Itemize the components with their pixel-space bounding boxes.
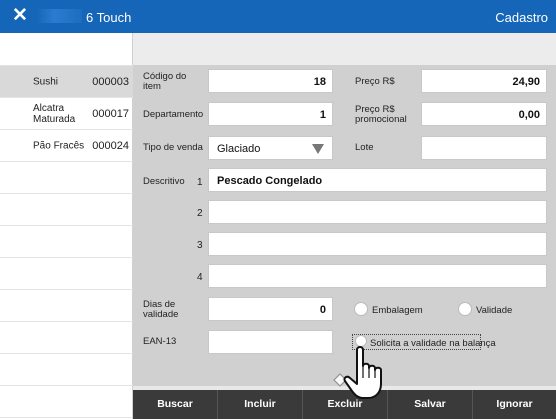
list-item[interactable] [0, 226, 133, 258]
dias-validade-label: Dias de validade [143, 299, 179, 320]
ignorar-button[interactable]: Ignorar [472, 390, 556, 419]
list-item[interactable] [0, 290, 133, 322]
tipo-venda-value: Glaciado [217, 143, 261, 155]
list-item[interactable] [0, 386, 133, 418]
list-item[interactable] [0, 322, 133, 354]
page-title: Cadastro [495, 10, 548, 25]
app-logo [36, 9, 82, 23]
descritivo-line-4[interactable] [208, 264, 547, 288]
radio-embalagem-label: Embalagem [372, 305, 423, 316]
list-item-code: 000024 [92, 139, 129, 152]
form-header-band [133, 33, 556, 65]
list-item-name: Sushi [33, 76, 59, 87]
codigo-field[interactable]: 18 [208, 69, 333, 93]
list-item-alcatra[interactable]: Alcatra Maturada 000017 [0, 98, 133, 130]
tipo-venda-label: Tipo de venda [143, 142, 203, 153]
list-item[interactable] [0, 162, 133, 194]
descritivo-line-1[interactable]: Pescado Congelado [208, 168, 547, 192]
descritivo-line-number: 3 [197, 240, 203, 251]
radio-validade[interactable] [458, 302, 472, 316]
tipo-venda-select[interactable]: Glaciado [208, 136, 333, 160]
descritivo-line-number: 1 [197, 177, 203, 188]
lote-label: Lote [355, 142, 374, 153]
list-item-pao[interactable]: Pão Fracês 000024 [0, 130, 133, 162]
title-bar: ✕ 6 Touch Cadastro [0, 0, 556, 33]
chevron-down-icon [312, 144, 324, 154]
departamento-label: Departamento [143, 109, 204, 120]
preco-promo-field[interactable]: 0,00 [421, 102, 547, 126]
list-item-code: 000017 [92, 107, 129, 120]
list-item[interactable] [0, 258, 133, 290]
list-item[interactable] [0, 354, 133, 386]
radio-embalagem[interactable] [354, 302, 368, 316]
descritivo-label: Descritivo [143, 176, 185, 187]
preco-value: 24,90 [512, 76, 540, 88]
codigo-label: Código do item [143, 71, 187, 92]
lote-field[interactable] [421, 136, 547, 160]
preco-field[interactable]: 24,90 [421, 69, 547, 93]
incluir-button[interactable]: Incluir [217, 390, 302, 419]
descritivo-line-number: 2 [197, 208, 203, 219]
list-item-name: Alcatra Maturada [33, 102, 76, 125]
dias-validade-value: 0 [319, 304, 326, 316]
descritivo-line-number: 4 [197, 272, 203, 283]
list-item-name: Pão Fracês [33, 140, 85, 151]
list-item-sushi[interactable]: Sushi 000003 [0, 66, 133, 98]
departamento-value: 1 [319, 109, 326, 121]
preco-promo-value: 0,00 [518, 109, 540, 121]
buscar-button[interactable]: Buscar [133, 390, 217, 419]
hand-pointer-icon [333, 346, 382, 399]
codigo-value: 18 [313, 76, 326, 88]
item-list: Sushi 000003 Alcatra Maturada 000017 Pão… [0, 33, 133, 419]
descritivo-line-2[interactable] [208, 200, 547, 224]
descritivo-line-3[interactable] [208, 232, 547, 256]
ean-label: EAN-13 [143, 336, 177, 347]
app-title: 6 Touch [86, 10, 132, 25]
dias-validade-field[interactable]: 0 [208, 297, 333, 321]
preco-promo-label: Preço R$ promocional [355, 104, 407, 125]
list-header [0, 33, 133, 66]
preco-label: Preço R$ [355, 76, 395, 87]
departamento-field[interactable]: 1 [208, 102, 333, 126]
list-item[interactable] [0, 194, 133, 226]
radio-validade-label: Validade [476, 305, 513, 316]
close-icon[interactable]: ✕ [10, 6, 30, 26]
ean-field[interactable] [208, 330, 333, 354]
descritivo-line-value: Pescado Congelado [217, 175, 323, 187]
list-item-code: 000003 [92, 75, 129, 88]
